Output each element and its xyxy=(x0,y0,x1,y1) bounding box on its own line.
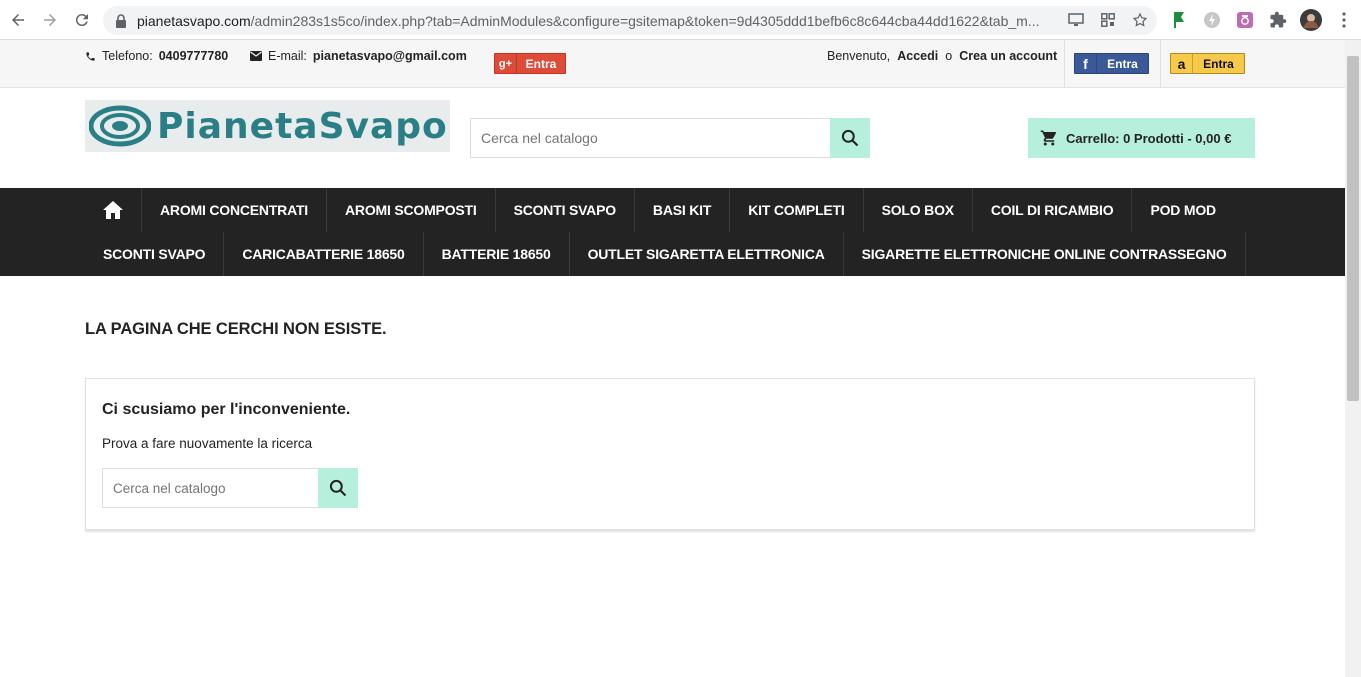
browser-toolbar: pianetasvapo.com/admin283s1s5co/index.ph… xyxy=(0,0,1361,40)
google-plus-login-label: Entra xyxy=(525,56,557,71)
not-found-card: Ci scusiamo per l'inconveniente. Prova a… xyxy=(85,378,1255,530)
lock-icon xyxy=(113,13,129,28)
search-icon xyxy=(841,129,859,147)
menu-item[interactable]: POD MOD xyxy=(1132,188,1234,232)
qr-code-icon[interactable] xyxy=(1099,11,1117,29)
page-scrollbar[interactable] xyxy=(1345,40,1361,677)
extension-bolt-icon[interactable] xyxy=(1201,9,1223,31)
back-button[interactable] xyxy=(2,4,34,36)
reload-button[interactable] xyxy=(66,4,98,36)
site-logo[interactable]: PianetaSvapo xyxy=(85,100,450,152)
menu-item[interactable]: SCONTI SVAPO xyxy=(85,232,225,276)
amazon-icon: a xyxy=(1171,54,1193,73)
topbar-divider xyxy=(1160,40,1161,87)
logo-text: PianetaSvapo xyxy=(157,105,448,147)
page-viewport: Telefono: 0409777780 E-mail: pianetasvap… xyxy=(0,40,1345,677)
cart-button[interactable]: Carrello: 0 Prodotti - 0,00 € xyxy=(1028,118,1255,158)
amazon-login-label: Entra xyxy=(1203,56,1234,71)
menu-item[interactable]: AROMI SCOMPOSTI xyxy=(327,188,496,232)
facebook-icon: f xyxy=(1075,54,1097,73)
envelope-icon xyxy=(250,51,262,61)
logo-swirl-icon xyxy=(89,105,151,147)
browser-menu-icon[interactable] xyxy=(1333,9,1355,31)
phone-icon xyxy=(85,51,96,62)
arrow-right-icon xyxy=(44,13,56,26)
phone-info: Telefono: 0409777780 xyxy=(85,49,228,63)
google-plus-login-button[interactable]: g+ Entra xyxy=(494,53,566,74)
url-path: /admin283s1s5co/index.php?tab=AdminModul… xyxy=(250,12,1040,29)
contact-topbar: Telefono: 0409777780 E-mail: pianetasvap… xyxy=(0,40,1345,88)
menu-row-2: SCONTI SVAPO CARICABATTERIE 18650 BATTER… xyxy=(85,232,1246,276)
site-header: PianetaSvapo Carrello: 0 Prodotti - 0,00… xyxy=(0,88,1345,188)
cast-icon[interactable] xyxy=(1067,11,1085,29)
menu-item[interactable]: CARICABATTERIE 18650 xyxy=(224,232,424,276)
header-search xyxy=(470,118,870,158)
card-search-button[interactable] xyxy=(318,468,358,508)
bookmark-star-icon[interactable] xyxy=(1131,11,1149,29)
phone-label: Telefono: xyxy=(102,49,153,63)
welcome-text: Benvenuto, xyxy=(827,49,891,63)
google-plus-icon: g+ xyxy=(495,54,517,73)
extensions-puzzle-icon[interactable] xyxy=(1267,9,1289,31)
menu-item-home[interactable] xyxy=(85,188,142,232)
menu-item[interactable]: AROMI CONCENTRATI xyxy=(142,188,327,232)
email-label: E-mail: xyxy=(268,49,307,63)
header-search-button[interactable] xyxy=(830,118,870,158)
menu-item[interactable]: COIL DI RICAMBIO xyxy=(973,188,1133,232)
scrollbar-thumb[interactable] xyxy=(1347,56,1359,401)
profile-avatar-icon[interactable] xyxy=(1300,9,1322,31)
search-icon xyxy=(329,479,347,497)
menu-item[interactable]: SCONTI SVAPO xyxy=(496,188,635,232)
card-title: Ci scusiamo per l'inconveniente. xyxy=(102,401,351,418)
extension-flag-icon[interactable] xyxy=(1168,9,1190,31)
url-host: pianetasvapo.com xyxy=(137,12,251,29)
or-text: o xyxy=(945,49,953,63)
menu-item[interactable]: OUTLET SIGARETTA ELETTRONICA xyxy=(570,232,844,276)
reload-icon xyxy=(75,13,88,26)
arrow-left-icon xyxy=(12,13,24,26)
card-search xyxy=(102,468,358,508)
menu-item[interactable]: BASI KIT xyxy=(635,188,731,232)
phone-number[interactable]: 0409777780 xyxy=(159,49,229,63)
amazon-login-button[interactable]: a Entra xyxy=(1170,53,1245,74)
menu-row-1: AROMI CONCENTRATI AROMI SCOMPOSTI SCONTI… xyxy=(85,188,1234,232)
page-title: LA PAGINA CHE CERCHI NON ESISTE. xyxy=(85,320,387,338)
login-link[interactable]: Accedi xyxy=(897,49,938,63)
menu-item[interactable]: SIGARETTE ELETTRONICHE ONLINE CONTRASSEG… xyxy=(844,232,1246,276)
main-menu: AROMI CONCENTRATI AROMI SCOMPOSTI SCONTI… xyxy=(0,188,1345,276)
header-search-input[interactable] xyxy=(470,118,830,158)
shopping-cart-icon xyxy=(1040,130,1057,146)
menu-item[interactable]: KIT COMPLETI xyxy=(730,188,864,232)
extension-camera-icon[interactable] xyxy=(1234,9,1256,31)
forward-button[interactable] xyxy=(34,4,66,36)
create-account-link[interactable]: Crea un account xyxy=(959,49,1057,63)
card-subtitle: Prova a fare nuovamente la ricerca xyxy=(102,436,313,451)
menu-item[interactable]: SOLO BOX xyxy=(864,188,973,232)
url-text: pianetasvapo.com/admin283s1s5co/index.ph… xyxy=(137,13,1052,29)
email-info: E-mail: pianetasvapo@gmail.com xyxy=(250,49,467,63)
facebook-login-button[interactable]: f Entra xyxy=(1074,53,1149,74)
home-icon xyxy=(103,201,123,219)
address-bar[interactable]: pianetasvapo.com/admin283s1s5co/index.ph… xyxy=(103,6,1157,35)
account-links: Benvenuto, Accedi o Crea un account xyxy=(827,49,1057,63)
card-search-input[interactable] xyxy=(102,468,318,508)
facebook-login-label: Entra xyxy=(1107,56,1138,71)
cart-label: Carrello: 0 Prodotti - 0,00 € xyxy=(1066,130,1232,146)
topbar-divider xyxy=(1064,40,1065,87)
email-address[interactable]: pianetasvapo@gmail.com xyxy=(313,49,467,63)
menu-item[interactable]: BATTERIE 18650 xyxy=(424,232,570,276)
